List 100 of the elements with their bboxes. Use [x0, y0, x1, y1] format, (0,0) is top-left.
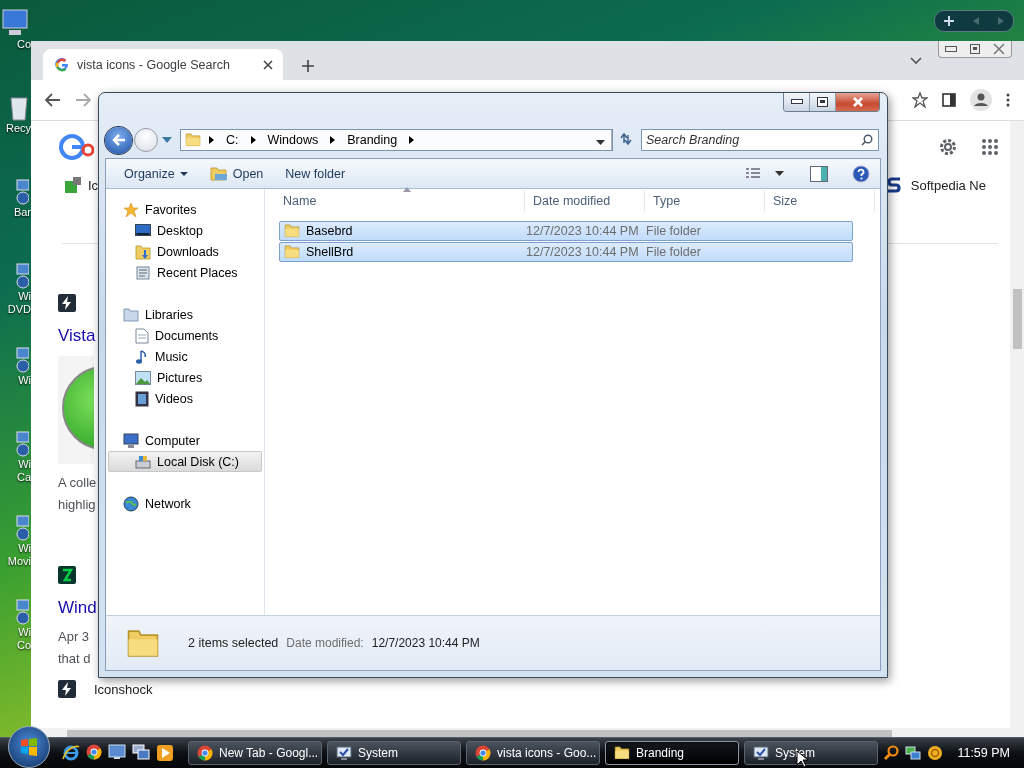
back-button[interactable] — [105, 126, 132, 154]
settings-icon[interactable] — [938, 137, 958, 157]
result-text[interactable]: Softpedia Ne — [910, 177, 986, 193]
browser-tab[interactable]: vista icons - Google Search — [43, 49, 283, 80]
preview-pane-icon[interactable] — [810, 165, 828, 182]
column-header[interactable]: Size — [765, 190, 875, 212]
monitor-icon — [135, 223, 151, 238]
image-thumbnail[interactable] — [58, 356, 94, 464]
add-gadget-icon[interactable] — [944, 16, 955, 26]
view-list-icon[interactable] — [745, 166, 761, 181]
coin-icon[interactable] — [927, 745, 944, 761]
nav-pane-item[interactable]: Favorites — [106, 199, 264, 220]
help-icon[interactable] — [852, 164, 870, 183]
lightning-bolt-icon — [58, 680, 76, 698]
result-snippet: that d — [58, 650, 91, 668]
desktop-icon-label: Wi Movi — [6, 542, 31, 568]
breadcrumb-item[interactable]: C: — [226, 133, 239, 147]
start-button[interactable] — [8, 726, 50, 768]
app-icon[interactable] — [15, 428, 29, 458]
result-snippet: A colle — [58, 474, 97, 492]
nav-pane-item[interactable]: Music — [106, 346, 264, 367]
nav-pane-item[interactable]: Pictures — [106, 367, 264, 388]
taskbar-button[interactable]: System — [327, 741, 461, 765]
star-icon — [123, 201, 139, 218]
new-tab-icon[interactable] — [301, 59, 315, 73]
media-player-icon[interactable] — [156, 744, 174, 762]
site-logo-icon — [58, 566, 76, 584]
nav-pane-item[interactable]: Videos — [106, 388, 264, 409]
column-header[interactable]: Type — [645, 190, 765, 212]
profile-icon[interactable] — [970, 89, 992, 111]
taskbar-button[interactable]: vista icons - Goo... — [466, 741, 600, 765]
clock[interactable]: 11:59 PM — [957, 746, 1010, 760]
search-field[interactable]: Search Branding — [641, 129, 879, 151]
command-button[interactable]: Organize — [116, 163, 196, 184]
refresh-icon — [618, 131, 634, 146]
detail-value: 12/7/2023 10:44 PM — [371, 636, 480, 650]
nav-pane-item[interactable]: Local Disk (C:) — [108, 451, 262, 472]
app-icon[interactable] — [15, 512, 29, 542]
file-date: 12/7/2023 10:44 PM — [526, 245, 640, 259]
breadcrumb-arrow-icon[interactable] — [409, 136, 415, 144]
address-bar[interactable]: C: Windows Branding — [180, 129, 613, 151]
file-name: Basebrd — [306, 224, 353, 238]
folder-icon — [126, 628, 160, 658]
column-header[interactable]: Date modified — [525, 190, 645, 212]
search-icon[interactable] — [883, 745, 900, 761]
breadcrumb-arrow-icon[interactable] — [330, 136, 336, 144]
close-icon[interactable] — [263, 59, 273, 70]
close-button[interactable] — [836, 93, 879, 111]
switch-windows-icon[interactable] — [132, 744, 150, 760]
chevron-down-icon[interactable] — [910, 57, 922, 65]
search-icon[interactable] — [861, 134, 873, 146]
breadcrumb-arrow-icon[interactable] — [209, 136, 214, 144]
app-icon[interactable] — [15, 176, 29, 206]
apps-grid-icon[interactable] — [982, 139, 998, 155]
app-icon[interactable] — [15, 260, 29, 290]
result-source[interactable]: Iconshock — [94, 681, 153, 697]
nav-pane-item[interactable]: Desktop — [106, 220, 264, 241]
computer-icon[interactable] — [0, 8, 29, 38]
menu-icon[interactable] — [1006, 93, 1010, 107]
taskbar-button[interactable]: New Tab - Googl... — [188, 741, 322, 765]
side-panel-icon[interactable] — [942, 93, 956, 107]
recent-places-icon — [135, 264, 151, 281]
desktop-icon-label: Co — [15, 38, 31, 51]
minimize-icon — [790, 99, 803, 105]
internet-explorer-icon[interactable] — [62, 744, 80, 762]
column-header[interactable]: Name — [265, 190, 525, 212]
nav-pane-item[interactable]: Downloads — [106, 241, 264, 262]
file-type: File folder — [646, 224, 702, 238]
nav-pane-item[interactable]: Libraries — [106, 304, 264, 325]
softpedia-s-icon — [886, 177, 901, 193]
breadcrumb-item[interactable]: Windows — [267, 133, 319, 147]
file-row[interactable]: Basebrd 12/7/2023 10:44 PM File folder — [279, 221, 853, 241]
nav-pane-item[interactable]: Computer — [106, 430, 264, 451]
star-icon[interactable] — [912, 92, 928, 108]
show-desktop-icon[interactable] — [108, 744, 126, 760]
result-title[interactable]: Vista — [58, 326, 96, 346]
dropdown-arrow-icon[interactable] — [775, 171, 784, 176]
nav-pane-item[interactable]: Documents — [106, 325, 264, 346]
app-icon[interactable] — [15, 596, 29, 626]
app-icon[interactable] — [15, 344, 29, 374]
breadcrumb-arrow-icon[interactable] — [250, 136, 256, 144]
scrollbar-thumb[interactable] — [1013, 289, 1022, 349]
command-button[interactable]: Open — [201, 163, 272, 184]
folder-icon — [284, 245, 300, 259]
result-text[interactable]: Ic — [88, 177, 99, 193]
breadcrumb-item[interactable]: Branding — [347, 133, 398, 147]
maximize-button[interactable] — [810, 93, 836, 111]
desktop-icon-label: Recy — [4, 122, 31, 135]
minimize-button[interactable] — [784, 93, 810, 111]
result-snippet: Apr 3 — [58, 628, 90, 646]
taskbar-button[interactable]: Branding — [605, 741, 739, 765]
back-arrow-icon[interactable] — [45, 93, 61, 107]
nav-pane-item[interactable]: Recent Places — [106, 262, 264, 283]
command-button[interactable]: New folder — [277, 163, 354, 184]
desktop-icon-label: Wi Co — [15, 626, 31, 652]
result-title[interactable]: Wind — [58, 598, 97, 618]
desktop-icon-label: Wi DVD — [6, 290, 31, 316]
nav-pane-item[interactable]: Network — [106, 493, 264, 514]
network-icon[interactable] — [905, 745, 922, 761]
file-row[interactable]: ShellBrd 12/7/2023 10:44 PM File folder — [279, 242, 853, 262]
